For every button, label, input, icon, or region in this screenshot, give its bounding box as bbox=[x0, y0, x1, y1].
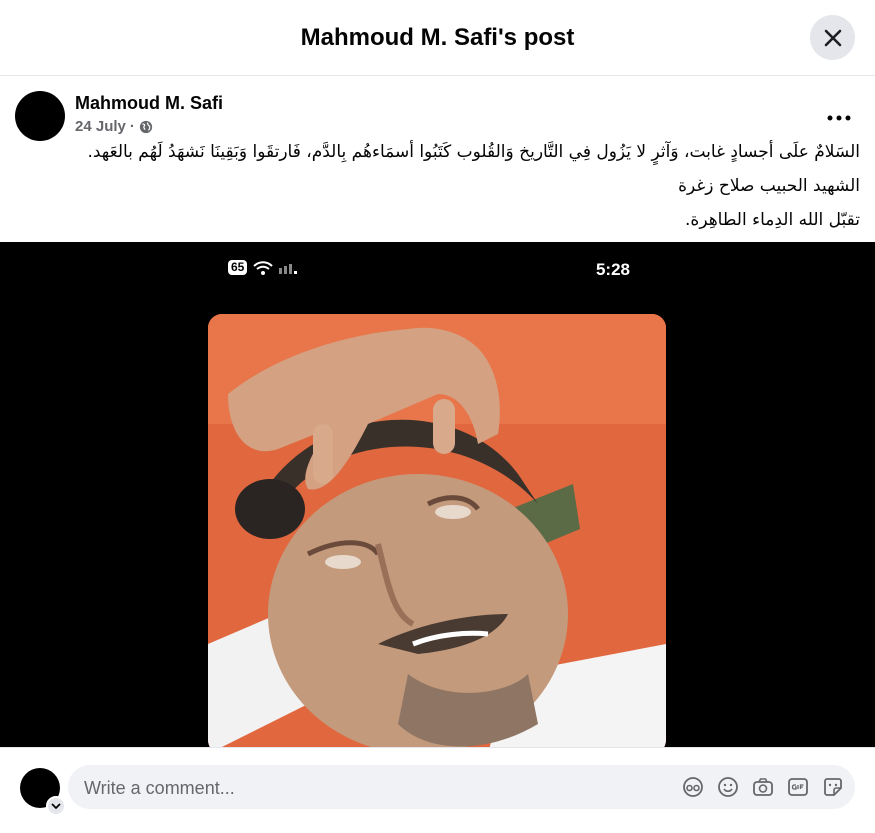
caption-line: السَلامٌ علَى أجسادٍ غابت، وَآثرٍ لا يَز… bbox=[87, 142, 860, 162]
battery-level: 65 bbox=[228, 260, 248, 275]
close-icon bbox=[824, 29, 841, 46]
photo-button[interactable] bbox=[751, 775, 775, 799]
sticker-icon bbox=[824, 778, 842, 796]
emoji-button[interactable] bbox=[716, 775, 740, 799]
gif-icon bbox=[788, 778, 808, 796]
post-date[interactable]: 24 July bbox=[75, 118, 126, 135]
author-name[interactable]: Mahmoud M. Safi bbox=[75, 93, 223, 114]
modal-header: Mahmoud M. Safi's post bbox=[0, 0, 875, 76]
photo-illustration bbox=[208, 314, 666, 747]
status-icons: 65 bbox=[228, 260, 301, 275]
more-options-button[interactable] bbox=[821, 100, 857, 136]
phone-status-bar: 65 5:28 bbox=[228, 260, 638, 280]
meta-separator: · bbox=[129, 118, 135, 135]
wifi-icon bbox=[253, 260, 274, 275]
signal-icon bbox=[279, 263, 298, 274]
caption-line: تقبّل الله الدِماء الطاهِرة. bbox=[685, 210, 860, 230]
globe-icon[interactable] bbox=[139, 120, 153, 134]
post-meta: 24 July · bbox=[75, 118, 153, 135]
camera-icon bbox=[753, 778, 773, 796]
avatar-sticker-button[interactable] bbox=[681, 775, 705, 799]
profile-switch-button[interactable] bbox=[46, 796, 66, 816]
composer-tools bbox=[681, 775, 845, 799]
close-button[interactable] bbox=[810, 15, 855, 60]
post-image[interactable]: 65 5:28 bbox=[0, 242, 875, 747]
avatar-sticker-icon bbox=[683, 777, 703, 797]
author-avatar[interactable] bbox=[15, 91, 65, 141]
emoji-icon bbox=[718, 777, 738, 797]
photo-content bbox=[208, 314, 666, 747]
sticker-button[interactable] bbox=[821, 775, 845, 799]
comment-box bbox=[68, 765, 855, 811]
gif-button[interactable] bbox=[786, 775, 810, 799]
caption-line: الشهيد الحبيب صلاح زغرة bbox=[678, 176, 860, 196]
post-modal: Mahmoud M. Safi's post Mahmoud M. Safi 2… bbox=[0, 0, 875, 833]
modal-title: Mahmoud M. Safi's post bbox=[300, 23, 575, 51]
comment-input[interactable] bbox=[82, 765, 646, 811]
status-time: 5:28 bbox=[595, 260, 630, 279]
comment-composer bbox=[0, 747, 875, 833]
more-dots-icon bbox=[827, 115, 851, 121]
post-caption: السَلامٌ علَى أجسادٍ غابت، وَآثرٍ لا يَز… bbox=[15, 135, 860, 237]
chevron-down-icon bbox=[51, 803, 61, 810]
